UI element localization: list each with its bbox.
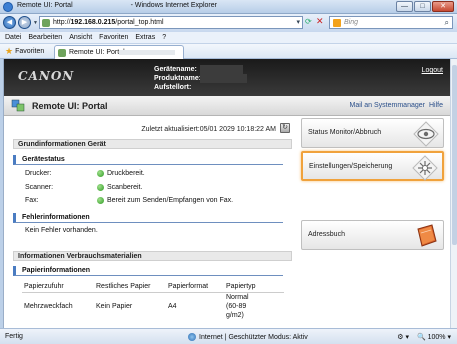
window-titlebar: Remote UI: Portal - Windows Internet Exp… [0, 0, 457, 14]
status-text: Fertig [5, 333, 23, 340]
favorites-bar: ★ Favoriten Remote UI: Portal [0, 44, 457, 59]
maximize-button[interactable]: □ [414, 1, 431, 12]
menu-edit[interactable]: Bearbeiten [28, 34, 62, 41]
col-paper-size: Papierformat [166, 281, 224, 293]
browser-tab[interactable]: Remote UI: Portal [54, 45, 184, 59]
settings-star-icon [412, 155, 438, 181]
address-dropdown-icon[interactable]: ▾ [296, 18, 300, 26]
status-row-printer: Drucker: Druckbereit. [25, 170, 145, 177]
menu-tools[interactable]: Extras [135, 34, 155, 41]
product-name-label: Produktname: [154, 75, 202, 82]
location-label: Aufstellort: [154, 84, 192, 91]
menu-favorites[interactable]: Favoriten [99, 34, 128, 41]
menu-help[interactable]: ? [162, 34, 166, 41]
star-icon: ★ [5, 46, 14, 56]
internet-explorer-icon [3, 2, 13, 12]
bing-icon [333, 19, 341, 27]
back-button[interactable]: ◀ [3, 16, 16, 29]
search-input[interactable]: Bing ⌕ [329, 16, 453, 29]
status-row-fax: Fax: Bereit zum Senden/Empfangen von Fax… [25, 197, 234, 204]
status-ok-icon [97, 197, 104, 204]
col-paper-source: Papierzufuhr [22, 281, 94, 293]
basic-info-section: Grundinformationen Gerät [13, 139, 292, 149]
logout-link[interactable]: Logout [422, 67, 443, 74]
zoom-control[interactable]: 🔍 100% ▾ [417, 333, 451, 341]
close-button[interactable]: ✕ [432, 1, 454, 12]
error-text: Kein Fehler vorhanden. [25, 227, 98, 234]
forward-button[interactable]: ▶ [18, 16, 31, 29]
protected-mode-icon[interactable]: ⚙ ▾ [397, 333, 409, 341]
status-ok-icon [97, 170, 104, 177]
col-remaining-paper: Restliches Papier [94, 281, 166, 293]
consumables-section: Informationen Verbrauchsmaterialien [13, 251, 292, 261]
page-icon [58, 49, 66, 57]
favorites-button[interactable]: ★ Favoriten [2, 46, 47, 57]
url-text: http://192.168.0.215/portal_top.html [53, 19, 164, 26]
paper-info-title: Papierinformationen [13, 266, 283, 276]
menu-tiles: Status Monitor/Abbruch Einstellungen/Spe… [298, 116, 450, 328]
device-header: CANON Gerätename: Produktname: Aufstello… [4, 59, 450, 96]
col-paper-type: Papiertyp [224, 281, 284, 293]
menu-file[interactable]: Datei [5, 34, 21, 41]
device-name-label: Gerätename: [154, 66, 197, 73]
last-updated: Zuletzt aktualisiert:05/01 2029 10:18:22… [141, 126, 276, 133]
status-bar: Fertig Internet | Geschützter Modus: Akt… [0, 328, 457, 344]
window-title: Remote UI: Portal - Windows Internet Exp… [17, 2, 217, 9]
status-row-scanner: Scanner: Scanbereit. [25, 184, 143, 191]
address-book-icon [417, 224, 437, 247]
search-placeholder: Bing [344, 19, 359, 26]
address-book-tile[interactable]: Adressbuch [301, 220, 444, 250]
logo: CANON [18, 69, 75, 83]
error-info-title: Fehlerinformationen [13, 213, 283, 223]
consumables-title: Informationen Verbrauchsmaterialien [13, 251, 292, 261]
paper-table: Papierzufuhr Restliches Papier Papierfor… [22, 281, 284, 320]
page-refresh-icon[interactable]: ↻ [280, 123, 290, 133]
device-status-title: Gerätestatus [13, 155, 283, 165]
portal-icon [11, 99, 25, 112]
globe-icon [188, 333, 196, 341]
basic-info-title: Grundinformationen Gerät [13, 139, 292, 149]
refresh-icon[interactable]: ⟳ [305, 17, 312, 26]
table-row: Mehrzweckfach Kein Papier A4 Normal (60-8… [24, 293, 249, 319]
tab-label: Remote UI: Portal [69, 49, 125, 56]
page-content: CANON Gerätename: Produktname: Aufstello… [3, 59, 450, 328]
status-monitor-tile[interactable]: Status Monitor/Abbruch [301, 118, 444, 148]
page-title: Remote UI: Portal [32, 101, 108, 111]
scrollbar-thumb[interactable] [452, 65, 457, 245]
eye-icon [413, 121, 439, 147]
menu-bar: Datei Bearbeiten Ansicht Favoriten Extra… [0, 32, 457, 44]
minimize-button[interactable]: — [396, 1, 413, 12]
vertical-scrollbar[interactable] [450, 59, 457, 328]
mail-admin-link[interactable]: Mail an Systemmanager [350, 102, 425, 109]
search-icon[interactable]: ⌕ [445, 18, 449, 28]
address-toolbar: ◀ ▶ ▼ http://192.168.0.215/portal_top.ht… [0, 14, 457, 32]
page-icon [42, 19, 50, 27]
status-ok-icon [97, 184, 104, 191]
menu-view[interactable]: Ansicht [69, 34, 92, 41]
security-zone[interactable]: Internet | Geschützter Modus: Aktiv [188, 333, 308, 341]
settings-registration-tile[interactable]: Einstellungen/Speicherung [301, 151, 444, 181]
address-input[interactable]: http://192.168.0.215/portal_top.html ▾ [39, 16, 303, 29]
history-dropdown-icon[interactable]: ▼ [33, 20, 38, 26]
portal-bar: Remote UI: Portal Mail an Systemmanager … [4, 96, 450, 116]
help-link[interactable]: Hilfe [429, 102, 443, 109]
device-info: Gerätename: Produktname: Aufstellort: [154, 65, 247, 92]
stop-icon[interactable]: ✕ [316, 16, 324, 27]
